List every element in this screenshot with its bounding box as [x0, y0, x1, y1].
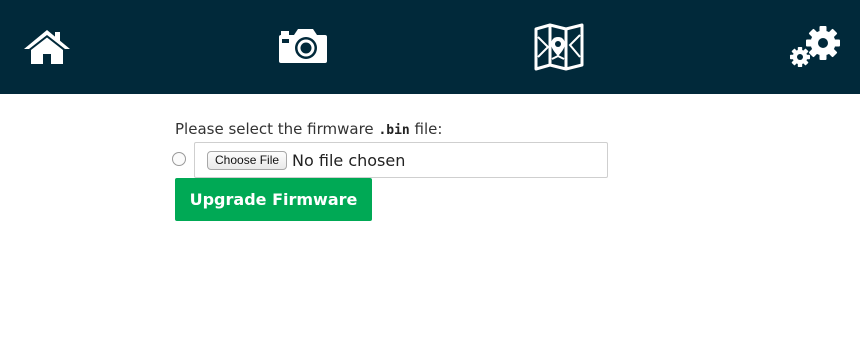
nav-camera-button[interactable] [270, 0, 336, 94]
top-navigation-bar [0, 0, 860, 94]
home-icon [24, 30, 70, 64]
upgrade-firmware-button[interactable]: Upgrade Firmware [175, 178, 372, 221]
gear-icon [790, 26, 840, 67]
file-select-row: Choose File No file chosen [172, 142, 612, 178]
camera-icon [279, 29, 327, 63]
file-status-text: No file chosen [292, 150, 406, 170]
nav-map-button[interactable] [526, 0, 592, 94]
nav-settings-button[interactable] [782, 0, 848, 94]
map-icon [534, 23, 584, 71]
choose-file-button[interactable]: Choose File [207, 150, 288, 170]
bin-extension-code: .bin [378, 123, 410, 138]
nav-home-button[interactable] [14, 0, 80, 94]
file-input[interactable]: Choose File No file chosen [194, 142, 608, 178]
prompt-text-before: Please select the firmware [175, 120, 379, 138]
file-radio-button[interactable] [172, 152, 186, 166]
prompt-text-after: file: [409, 120, 443, 138]
firmware-upgrade-form: Please select the firmware .bin file: Ch… [172, 118, 615, 221]
firmware-prompt: Please select the firmware .bin file: [175, 118, 615, 142]
